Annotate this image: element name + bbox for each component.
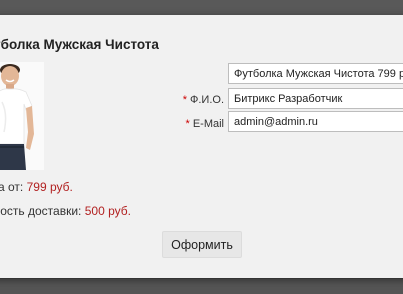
name-field-label: * Ф.И.О. bbox=[183, 94, 224, 106]
page-overlay-top bbox=[0, 0, 403, 16]
man-in-white-tshirt-image bbox=[0, 64, 34, 170]
required-marker: * bbox=[182, 94, 187, 106]
delivery-cost-value: 500 руб. bbox=[84, 204, 131, 218]
price-value: 799 руб. bbox=[26, 180, 73, 194]
product-photo bbox=[0, 62, 44, 170]
price-line: а от: 799 руб. bbox=[0, 180, 73, 194]
delivery-cost-label: мость доставки: bbox=[0, 204, 85, 218]
email-input[interactable] bbox=[228, 111, 403, 132]
email-label-text: E-Mail bbox=[192, 118, 224, 130]
submit-order-button[interactable]: Оформить bbox=[162, 231, 242, 258]
delivery-cost-line: мость доставки: 500 руб. bbox=[0, 204, 131, 218]
name-input[interactable] bbox=[228, 88, 403, 109]
product-title: тболка Мужская Чистота bbox=[0, 37, 159, 52]
price-label: а от: bbox=[0, 180, 27, 194]
email-field-label: * E-Mail bbox=[186, 118, 224, 130]
name-label-text: Ф.И.О. bbox=[190, 94, 224, 106]
product-field[interactable] bbox=[228, 63, 403, 84]
page-overlay-bottom bbox=[0, 279, 403, 294]
required-marker: * bbox=[185, 118, 190, 130]
